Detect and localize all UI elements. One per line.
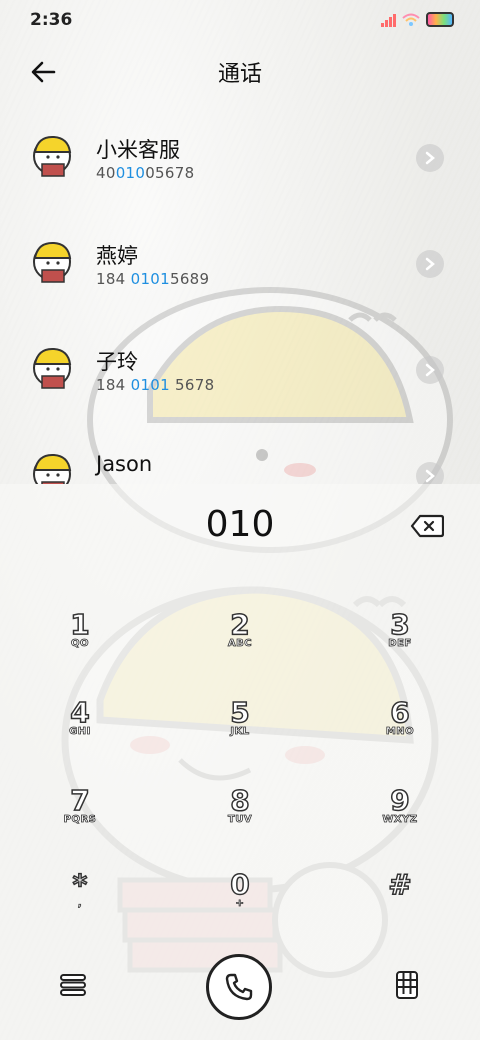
phone-icon (225, 973, 253, 1001)
key-6[interactable]: 6 MNO (350, 695, 450, 766)
contact-number: 4001005678 (96, 164, 195, 182)
avatar (33, 241, 72, 283)
wifi-icon (402, 13, 420, 26)
key-letters: TUV (227, 814, 253, 826)
key-1[interactable]: 1 QO (30, 607, 130, 678)
status-icons (381, 12, 454, 27)
key-5[interactable]: 5 JKL (190, 695, 290, 766)
avatar (33, 453, 72, 484)
backspace-icon (410, 514, 445, 538)
key-star[interactable]: *, (30, 867, 130, 938)
key-7[interactable]: 7 PQRS (30, 783, 130, 854)
contact-results-list: 小米客服 4001005678 燕婷 184 01015689 子玲 184 0… (0, 108, 480, 484)
battery-icon (426, 12, 454, 27)
contact-detail-button[interactable] (416, 356, 444, 384)
key-letters: JKL (230, 726, 250, 738)
key-digit: 4 (70, 695, 91, 730)
backspace-button[interactable] (410, 514, 445, 538)
keypad-toggle-button[interactable] (392, 970, 422, 1000)
key-hash[interactable]: # (350, 867, 450, 938)
chevron-right-icon (425, 469, 435, 483)
key-digit: # (388, 867, 413, 902)
menu-button[interactable] (58, 970, 88, 1000)
key-digit: 6 (390, 695, 411, 730)
key-letters: ABC (227, 638, 253, 650)
key-digit: 7 (70, 783, 91, 818)
avatar (33, 347, 72, 389)
header: 通话 (0, 44, 480, 98)
contact-name: 小米客服 (96, 138, 180, 162)
key-digit: 5 (230, 695, 251, 730)
key-digit: 8 (230, 783, 251, 818)
page-title: 通话 (217, 62, 262, 87)
key-9[interactable]: 9 WXYZ (350, 783, 450, 854)
key-digit: 9 (390, 783, 411, 818)
key-letters: + (235, 898, 245, 910)
signal-icon (381, 13, 396, 27)
dialer: 010 1 QO 2 ABC 3 DEF 4 GHI 5 JKL 6 MNO 7 PQRS 8… (0, 484, 480, 1040)
contact-detail-button[interactable] (416, 462, 444, 484)
status-time: 2:36 (30, 10, 73, 30)
contact-row[interactable]: 燕婷 184 01015689 (0, 214, 480, 314)
contact-detail-button[interactable] (416, 144, 444, 172)
chevron-right-icon (425, 363, 435, 377)
call-button[interactable] (206, 954, 272, 1020)
key-digit: * (72, 867, 88, 902)
key-letters: DEF (388, 638, 412, 650)
key-0[interactable]: 0 + (190, 867, 290, 938)
contact-row[interactable]: Jason (0, 426, 480, 484)
key-letters: WXYZ (382, 814, 418, 826)
key-digit: 0 (230, 867, 251, 902)
chevron-right-icon (425, 151, 435, 165)
key-digit: 2 (230, 607, 251, 642)
key-3[interactable]: 3 DEF (350, 607, 450, 678)
contact-number: 184 0101 5678 (96, 376, 215, 394)
chevron-right-icon (425, 257, 435, 271)
contact-number: 184 01015689 (96, 270, 210, 288)
key-8[interactable]: 8 TUV (190, 783, 290, 854)
contact-name: Jason (96, 452, 153, 476)
key-letters: , (77, 898, 83, 910)
key-letters: MNO (385, 726, 415, 738)
status-bar: 2:36 (0, 0, 480, 40)
contact-detail-button[interactable] (416, 250, 444, 278)
key-digit: 1 (70, 607, 91, 642)
keypad-icon (396, 971, 418, 999)
contact-row[interactable]: 小米客服 4001005678 (0, 108, 480, 208)
key-letters: QO (70, 638, 89, 650)
key-4[interactable]: 4 GHI (30, 695, 130, 766)
contact-row[interactable]: 子玲 184 0101 5678 (0, 320, 480, 420)
key-digit: 3 (390, 607, 411, 642)
contact-name: 燕婷 (96, 244, 138, 268)
key-letters: GHI (69, 726, 91, 738)
key-2[interactable]: 2 ABC (190, 607, 290, 678)
menu-icon (60, 974, 86, 996)
key-letters: PQRS (63, 814, 97, 826)
contact-name: 子玲 (96, 350, 138, 374)
dialed-number[interactable]: 010 (0, 504, 480, 545)
avatar (33, 135, 72, 177)
